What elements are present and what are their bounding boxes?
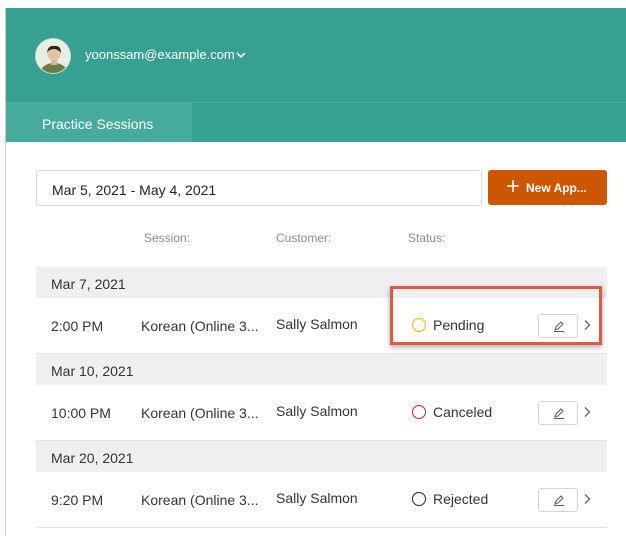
- customer-name: Sally Salmon: [276, 403, 358, 419]
- tab-bar: Practice Sessions: [6, 103, 626, 142]
- date-group-header: Mar 20, 2021: [36, 441, 607, 472]
- status-label: Rejected: [433, 491, 489, 507]
- date-range-value: Mar 5, 2021 - May 4, 2021: [52, 182, 217, 198]
- edit-button[interactable]: [538, 488, 578, 512]
- status-label: Pending: [433, 317, 485, 333]
- chevron-right-icon[interactable]: [583, 493, 592, 505]
- status-rejected-icon: [412, 492, 426, 506]
- avatar-image: [36, 39, 70, 73]
- table-row[interactable]: 9:20 PM Korean (Online 3... Sally Salmon…: [36, 472, 607, 528]
- status-label: Canceled: [433, 404, 493, 420]
- tab-label: Practice Sessions: [42, 116, 154, 132]
- tab-practice-sessions[interactable]: Practice Sessions: [6, 103, 192, 142]
- new-appointment-label: New App...: [526, 181, 587, 195]
- group-date: Mar 10, 2021: [51, 363, 134, 379]
- status-canceled-icon: [412, 405, 426, 419]
- column-header-status: Status:: [408, 231, 446, 245]
- pen-icon: [554, 408, 564, 419]
- session-name: Korean (Online 3...: [141, 492, 259, 508]
- table-row[interactable]: 2:00 PM Korean (Online 3... Sally Salmon…: [36, 298, 607, 354]
- avatar[interactable]: [35, 38, 71, 74]
- session-time: 2:00 PM: [51, 318, 104, 334]
- customer-name: Sally Salmon: [276, 490, 358, 506]
- user-email[interactable]: yoonssam@example.com: [85, 47, 235, 62]
- session-name: Korean (Online 3...: [141, 318, 259, 334]
- pen-icon: [554, 495, 564, 506]
- pen-icon: [554, 321, 564, 332]
- edit-button[interactable]: [538, 401, 578, 425]
- session-time: 9:20 PM: [51, 492, 104, 508]
- column-header-customer: Customer:: [276, 231, 332, 245]
- status-pending-icon: [412, 318, 426, 332]
- session-time: 10:00 PM: [51, 405, 111, 421]
- edit-button[interactable]: [538, 314, 578, 338]
- chevron-down-icon[interactable]: [235, 50, 247, 60]
- chevron-right-icon[interactable]: [583, 406, 592, 418]
- group-date: Mar 20, 2021: [51, 450, 134, 466]
- session-name: Korean (Online 3...: [141, 405, 259, 421]
- chevron-right-icon[interactable]: [583, 319, 592, 331]
- column-header-session: Session:: [144, 231, 191, 245]
- date-group-header: Mar 10, 2021: [36, 354, 607, 385]
- new-appointment-button[interactable]: New App...: [488, 170, 607, 205]
- app-header: yoonssam@example.com Practice Sessions: [6, 8, 626, 142]
- plus-icon: [507, 180, 519, 192]
- table-row[interactable]: 10:00 PM Korean (Online 3... Sally Salmo…: [36, 385, 607, 441]
- date-group-header: Mar 7, 2021: [36, 267, 607, 298]
- group-date: Mar 7, 2021: [51, 276, 126, 292]
- customer-name: Sally Salmon: [276, 316, 358, 332]
- date-range-picker[interactable]: Mar 5, 2021 - May 4, 2021: [36, 170, 482, 206]
- header-user-bar: yoonssam@example.com: [6, 8, 626, 103]
